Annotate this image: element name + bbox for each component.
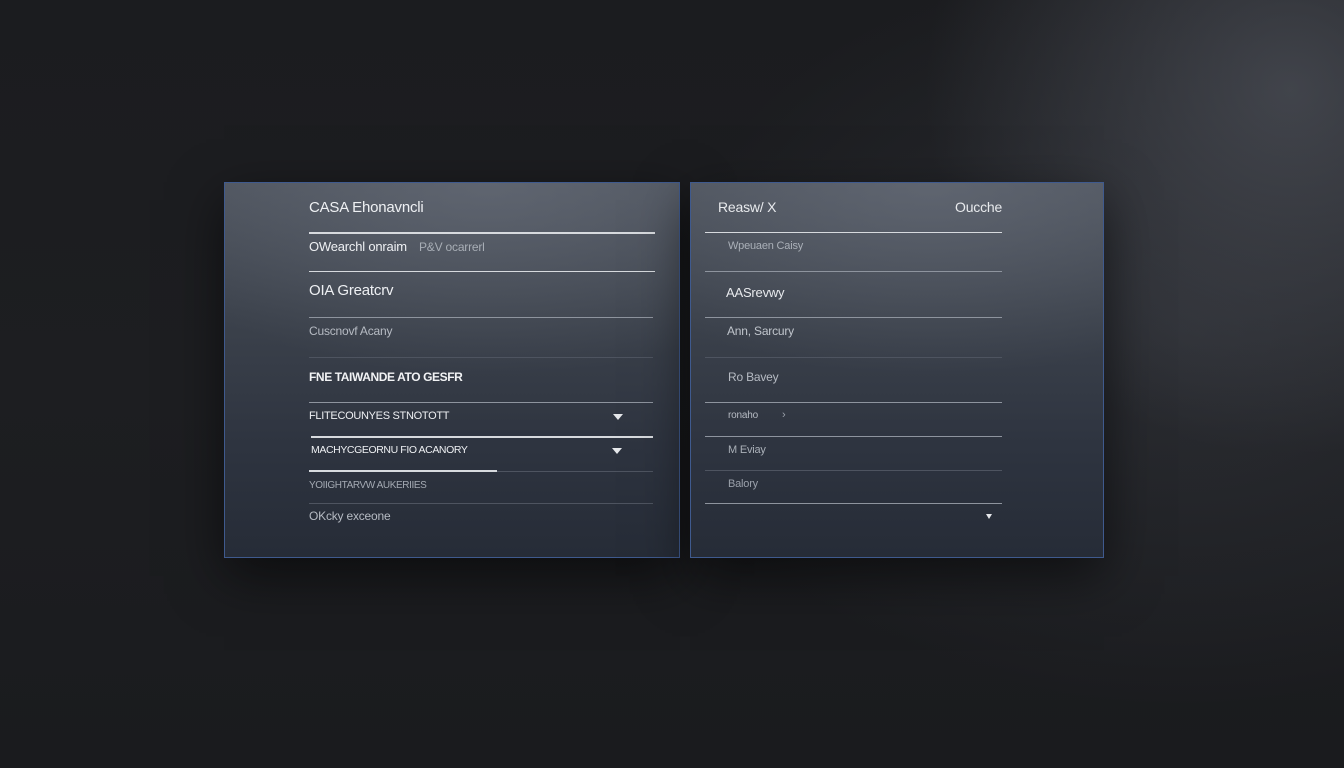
row-divider bbox=[309, 317, 653, 318]
right-row-1[interactable]: Wpeuaen Caisy bbox=[728, 240, 803, 252]
row-divider bbox=[705, 317, 1002, 318]
right-panel: Reasw/ X Oucche Wpeuaen Caisy AASrevwy A… bbox=[690, 182, 1104, 558]
select-divider bbox=[311, 436, 653, 438]
row-divider bbox=[705, 357, 1002, 358]
title-divider bbox=[309, 232, 655, 234]
left-row-1-label: OWearchl onraim bbox=[309, 239, 407, 254]
left-row-2[interactable]: OIA Greatcrv bbox=[309, 282, 393, 299]
right-row-3[interactable]: Ann, Sarcury bbox=[727, 324, 794, 338]
left-row-1-value: P&V ocarrerl bbox=[419, 240, 485, 254]
row-divider bbox=[309, 271, 655, 272]
select-1-value: FLITECOUNYES STNOTOTT bbox=[309, 410, 450, 422]
right-header-right[interactable]: Oucche bbox=[955, 199, 1002, 215]
section-heading: FNE TAIWANDE ATO GESFR bbox=[309, 370, 463, 384]
row-divider bbox=[705, 503, 1002, 504]
row-divider bbox=[309, 402, 653, 403]
chevron-down-icon[interactable] bbox=[612, 448, 622, 454]
row-divider bbox=[309, 503, 653, 504]
header-divider bbox=[705, 232, 1002, 233]
right-row-4[interactable]: Ro Bavey bbox=[728, 370, 779, 384]
left-panel: CASA Ehonavncli OWearchl onraim P&V ocar… bbox=[224, 182, 680, 558]
row-divider bbox=[705, 402, 1002, 403]
left-panel-title: CASA Ehonavncli bbox=[309, 199, 424, 216]
left-row-3[interactable]: Cuscnovf Acany bbox=[309, 324, 392, 338]
row-divider bbox=[705, 436, 1002, 437]
chevron-down-icon[interactable] bbox=[986, 514, 992, 519]
row-divider bbox=[705, 470, 1002, 471]
right-row-7[interactable]: Balory bbox=[728, 478, 758, 490]
chevron-right-icon: › bbox=[782, 409, 786, 421]
select-2-value: MACHYCGEORNU FIO ACANORY bbox=[311, 444, 468, 456]
right-row-6[interactable]: M Eviay bbox=[728, 444, 766, 456]
row-divider bbox=[309, 357, 653, 358]
right-row-5-label: ronaho bbox=[728, 410, 758, 421]
chevron-down-icon[interactable] bbox=[613, 414, 623, 420]
row-divider bbox=[705, 271, 1002, 272]
progress-underline bbox=[309, 470, 497, 472]
row-divider bbox=[497, 471, 653, 472]
right-row-2[interactable]: AASrevwy bbox=[726, 285, 785, 300]
left-row-5[interactable]: OKcky exceone bbox=[309, 509, 391, 523]
left-row-4[interactable]: YOIIGHTARVW AUKERIIES bbox=[309, 480, 427, 491]
right-header-left[interactable]: Reasw/ X bbox=[718, 199, 777, 215]
